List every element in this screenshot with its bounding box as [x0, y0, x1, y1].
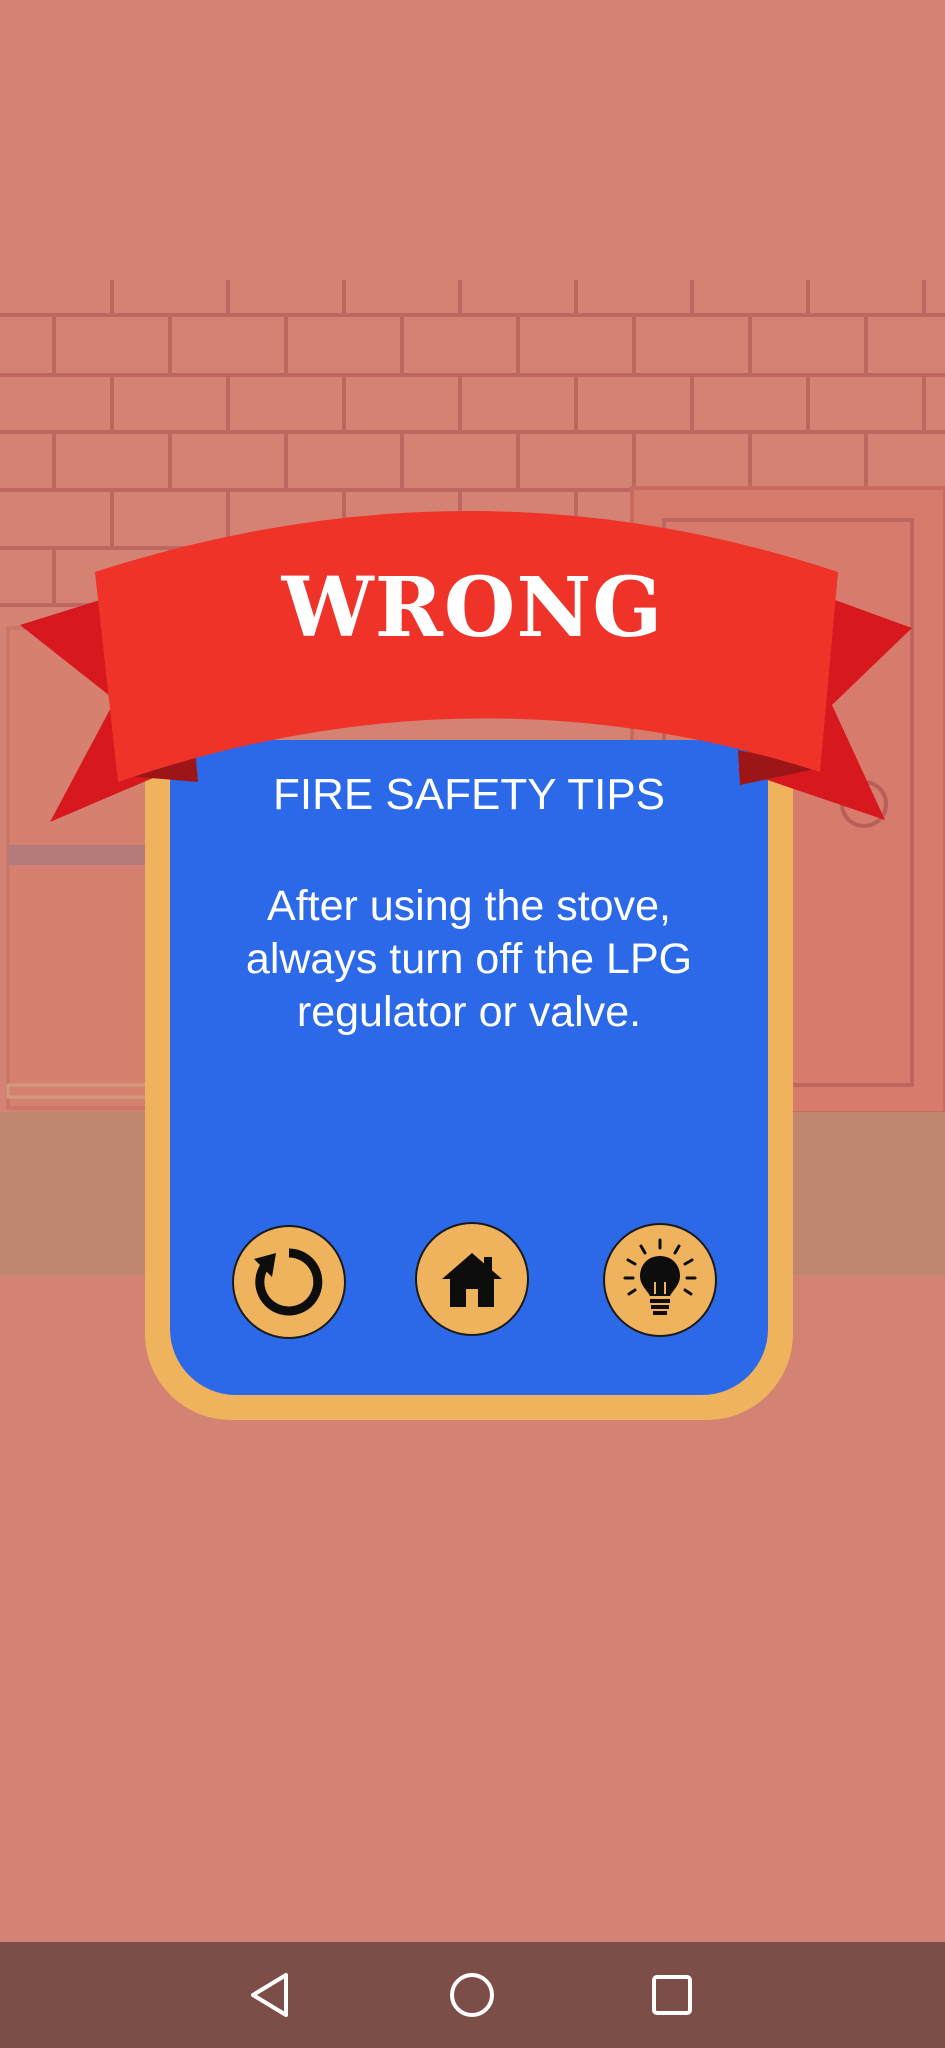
retry-button[interactable] [232, 1225, 346, 1339]
nav-back-button[interactable] [237, 1962, 303, 2028]
system-nav-bar [0, 1942, 945, 2048]
home-circle-icon [450, 1973, 494, 2017]
refresh-icon [254, 1248, 323, 1316]
home-button[interactable] [415, 1222, 529, 1336]
result-title: WRONG [281, 560, 664, 656]
recents-square-icon [652, 1975, 692, 2015]
back-triangle-icon [251, 1973, 288, 2017]
wrong-ribbon-banner [20, 511, 912, 822]
nav-recents-button[interactable] [639, 1962, 705, 2028]
tips-message: After using the stove, always turn off t… [245, 882, 693, 1036]
hint-button[interactable] [603, 1223, 717, 1337]
home-icon [442, 1253, 502, 1307]
nav-home-button[interactable] [439, 1962, 505, 2028]
lightbulb-icon [623, 1238, 697, 1315]
